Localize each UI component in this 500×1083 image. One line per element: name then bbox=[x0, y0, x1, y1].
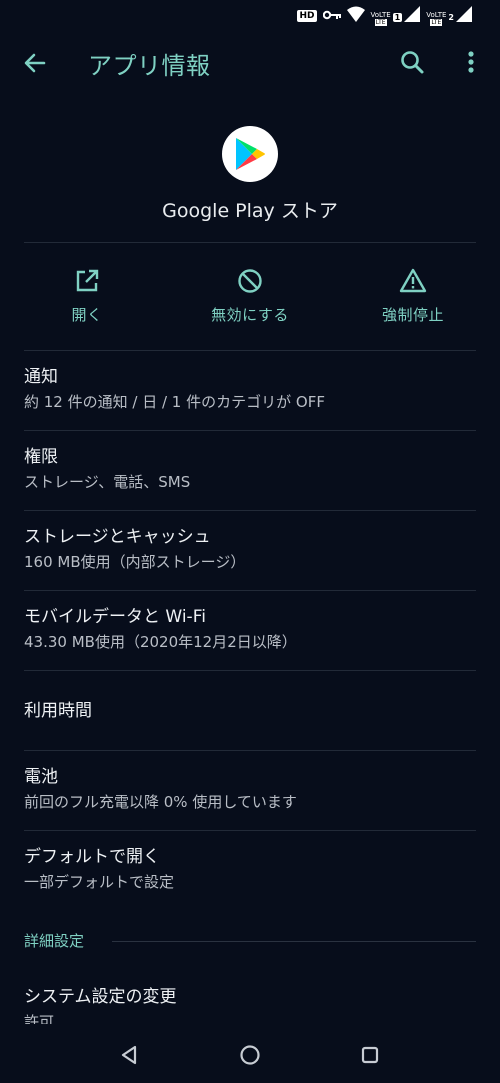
battery-row[interactable]: 電池 前回のフル充電以降 0% 使用しています bbox=[24, 766, 476, 812]
search-icon bbox=[401, 51, 424, 74]
nav-recents-icon bbox=[361, 1046, 379, 1064]
volte-lte-icon: VoLTE LTE bbox=[426, 11, 447, 26]
storage-row[interactable]: ストレージとキャッシュ 160 MB使用（内部ストレージ） bbox=[24, 526, 476, 572]
section-divider bbox=[112, 941, 476, 942]
row-title: システム設定の変更 bbox=[24, 987, 177, 1007]
sim1-label: 1 bbox=[392, 13, 403, 22]
signal-icon bbox=[456, 6, 472, 26]
divider bbox=[24, 242, 476, 243]
advanced-section-label: 詳細設定 bbox=[24, 932, 85, 950]
row-summary: 許可 bbox=[24, 1013, 55, 1024]
sim1-status: VoLTE LTE 1 bbox=[371, 6, 421, 26]
sim2-label: 2 bbox=[448, 13, 454, 22]
nav-recents-button[interactable] bbox=[356, 1041, 384, 1069]
open-label: 開く bbox=[71, 306, 103, 324]
vpn-key-icon bbox=[322, 10, 341, 22]
screen-time-row[interactable]: 利用時間 bbox=[24, 700, 476, 722]
search-button[interactable] bbox=[396, 46, 430, 80]
row-title: ストレージとキャッシュ bbox=[24, 527, 211, 547]
nav-home-icon bbox=[240, 1045, 260, 1065]
divider bbox=[24, 830, 476, 831]
row-title: デフォルトで開く bbox=[24, 847, 160, 867]
navigation-bar bbox=[0, 1025, 500, 1083]
warning-icon bbox=[399, 268, 427, 293]
row-summary: ストレージ、電話、SMS bbox=[24, 473, 191, 491]
open-button[interactable]: 開く bbox=[4, 266, 170, 325]
app-header: Google Play ストア bbox=[0, 126, 500, 226]
page-title: アプリ情報 bbox=[88, 52, 211, 80]
arrow-back-icon bbox=[24, 53, 46, 73]
notifications-row[interactable]: 通知 約 12 件の通知 / 日 / 1 件のカテゴリが OFF bbox=[24, 366, 476, 412]
status-bar: HD VoLTE LTE 1 VoLTE LTE 2 bbox=[0, 0, 500, 30]
row-title: 権限 bbox=[24, 447, 58, 467]
signal-icon bbox=[404, 6, 421, 26]
more-options-button[interactable] bbox=[456, 46, 486, 80]
app-bar: アプリ情報 bbox=[0, 30, 500, 94]
hd-badge-icon: HD bbox=[297, 10, 317, 22]
row-summary: 160 MB使用（内部ストレージ） bbox=[24, 553, 246, 571]
nav-home-button[interactable] bbox=[236, 1041, 264, 1069]
row-summary: 一部デフォルトで設定 bbox=[24, 873, 175, 891]
volte-lte-icon: VoLTE LTE bbox=[370, 11, 391, 26]
row-title: モバイルデータと Wi-Fi bbox=[24, 607, 206, 627]
mobile-data-row[interactable]: モバイルデータと Wi-Fi 43.30 MB使用（2020年12月2日以降） bbox=[24, 606, 476, 652]
divider bbox=[24, 590, 476, 591]
open-by-default-row[interactable]: デフォルトで開く 一部デフォルトで設定 bbox=[24, 846, 476, 892]
row-summary: 前回のフル充電以降 0% 使用しています bbox=[24, 793, 297, 811]
divider bbox=[24, 350, 476, 351]
divider bbox=[24, 670, 476, 671]
action-buttons: 開く 無効にする 強制停止 bbox=[0, 266, 500, 330]
row-title: 利用時間 bbox=[24, 701, 92, 721]
modify-system-settings-row[interactable]: システム設定の変更 許可 bbox=[24, 986, 476, 1024]
disable-button[interactable]: 無効にする bbox=[167, 266, 333, 325]
nav-back-button[interactable] bbox=[116, 1041, 144, 1069]
force-stop-button[interactable]: 強制停止 bbox=[330, 266, 496, 325]
open-external-icon bbox=[76, 269, 99, 292]
force-stop-label: 強制停止 bbox=[381, 306, 444, 324]
nav-back-icon bbox=[121, 1045, 137, 1065]
google-play-icon bbox=[222, 126, 278, 182]
block-icon bbox=[238, 269, 262, 293]
sim2-status: VoLTE LTE 2 bbox=[426, 6, 472, 26]
back-button[interactable] bbox=[18, 46, 52, 80]
row-summary: 約 12 件の通知 / 日 / 1 件のカテゴリが OFF bbox=[24, 393, 325, 411]
disable-label: 無効にする bbox=[211, 306, 289, 324]
permissions-row[interactable]: 権限 ストレージ、電話、SMS bbox=[24, 446, 476, 492]
app-name: Google Play ストア bbox=[162, 200, 338, 222]
row-summary: 43.30 MB使用（2020年12月2日以降） bbox=[24, 633, 297, 651]
divider bbox=[24, 510, 476, 511]
wifi-icon bbox=[346, 6, 365, 26]
more-vert-icon bbox=[468, 51, 474, 73]
status-icons: HD VoLTE LTE 1 VoLTE LTE 2 bbox=[297, 6, 472, 26]
row-title: 電池 bbox=[24, 767, 58, 787]
divider bbox=[24, 430, 476, 431]
divider bbox=[24, 750, 476, 751]
row-title: 通知 bbox=[24, 367, 58, 387]
